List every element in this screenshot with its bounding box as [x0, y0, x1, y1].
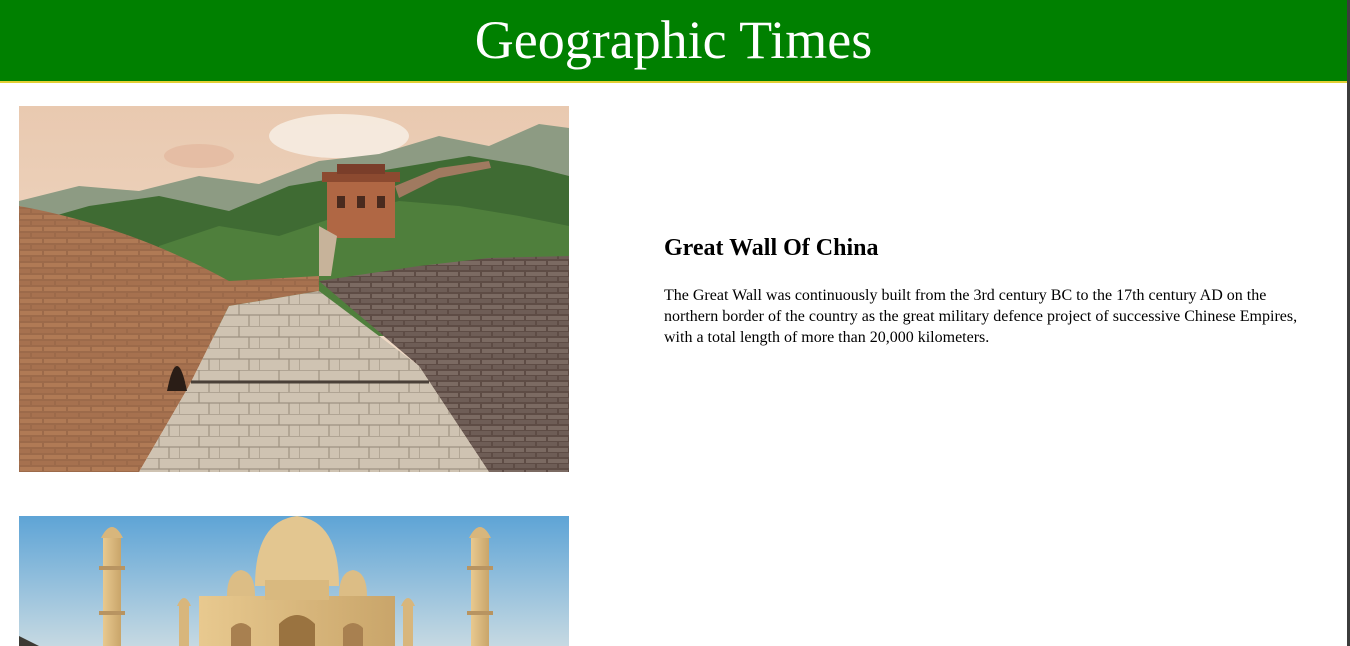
article-great-wall: Great Wall Of China The Great Wall was c… [664, 232, 1324, 348]
site-title: Geographic Times [474, 10, 873, 70]
article-body: The Great Wall was continuously built fr… [664, 287, 1298, 346]
taj-mahal-image [19, 516, 569, 646]
article-heading: Great Wall Of China [664, 235, 879, 261]
great-wall-image [19, 106, 569, 472]
site-header: Geographic Times [0, 0, 1347, 83]
